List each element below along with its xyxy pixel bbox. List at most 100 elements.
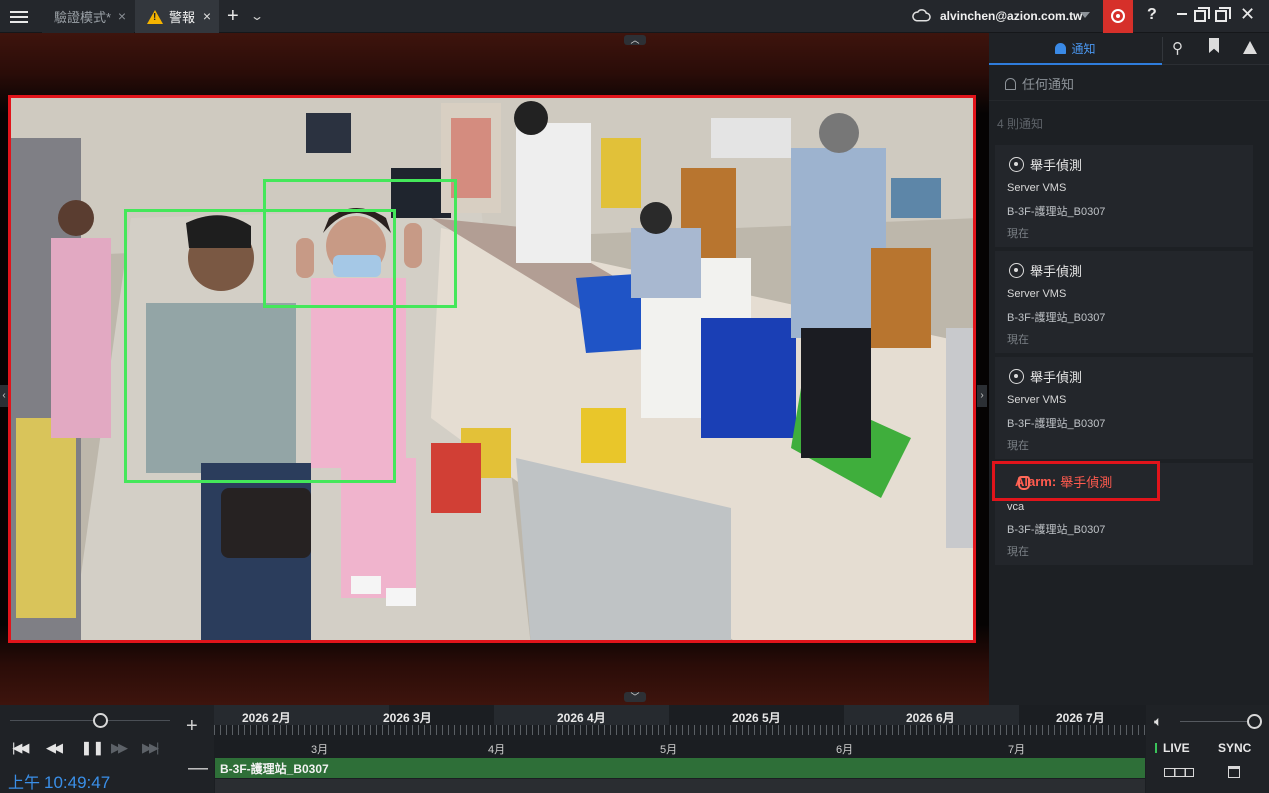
timeline-band (214, 705, 389, 725)
notification-title: 舉手偵測 (1009, 367, 1082, 386)
close-icon[interactable]: × (203, 8, 211, 24)
timeline-month-top: 2026 2月 (242, 711, 291, 725)
alarm-title-text: 舉手偵測 (1060, 474, 1113, 490)
app-window: 驗證模式* × 警報 × + ⌄ alvinchen@azion.com.tw … (0, 0, 1269, 793)
notification-title-text: 舉手偵測 (1030, 158, 1083, 173)
divider (1162, 37, 1163, 61)
tab-notifications[interactable]: 通知 (989, 33, 1162, 65)
notification-card[interactable]: 舉手偵測 Server VMS B-3F-護理站_B0307 現在 (995, 357, 1253, 459)
panel-right-arrow[interactable]: › (977, 385, 987, 407)
timeline-month: 3月 (311, 744, 329, 756)
detection-box-hands-raised (263, 179, 457, 308)
cloud-icon[interactable] (912, 9, 931, 22)
track-label: B-3F-護理站_B0307 (220, 761, 329, 776)
record-icon (1111, 9, 1125, 23)
detection-icon (1009, 157, 1024, 172)
skip-end-icon[interactable]: ▶▶| (142, 740, 159, 756)
camera-video-feed[interactable] (8, 95, 976, 643)
timeline-month: 4月 (488, 744, 506, 756)
notification-filter[interactable]: 任何通知 (989, 67, 1269, 101)
help-icon[interactable]: ? (1147, 6, 1157, 24)
notification-title-text: 舉手偵測 (1030, 370, 1083, 385)
close-x-icon[interactable]: ✕ (1240, 4, 1255, 25)
notification-card[interactable]: 舉手偵測 Server VMS B-3F-護理站_B0307 現在 (995, 251, 1253, 353)
motion-icon[interactable]: ⚲ (1172, 39, 1183, 57)
alarm-title-highlight: Alarm: 舉手偵測 (992, 461, 1160, 501)
bell-outline-icon (1005, 77, 1016, 90)
timeline-month-top: 2026 5月 (732, 711, 781, 725)
tab-alarm[interactable]: 警報 × (135, 0, 219, 33)
notification-panel: 通知 ⚲ 任何通知 4 則通知 舉手偵測 Server VMS B-3F-護理站… (989, 33, 1269, 705)
filter-label: 任何通知 (1022, 77, 1075, 92)
tab-verification-mode[interactable]: 驗證模式* × (42, 0, 134, 33)
volume-icon[interactable]: 🔈︎ (1154, 713, 1162, 730)
account-dropdown-icon[interactable] (1080, 12, 1090, 18)
maximize-icon[interactable] (1215, 7, 1231, 22)
notification-source: Server VMS (1007, 288, 1067, 300)
timeline-month-top: 2026 7月 (1056, 711, 1105, 725)
speed-slider-track[interactable] (10, 720, 170, 721)
notification-title-text: 舉手偵測 (1030, 264, 1083, 279)
rewind-icon[interactable]: ◀◀ (46, 740, 63, 756)
current-time: 上午 10:49:47 (8, 769, 110, 793)
timeline[interactable]: 2026 2月 2026 3月 2026 4月 2026 5月 2026 6月 … (214, 705, 1146, 793)
add-tab-button[interactable]: + (227, 5, 239, 28)
clock-time: 10:49:47 (44, 773, 111, 792)
notification-time: 現在 (1007, 546, 1029, 558)
timeline-month: 6月 (836, 744, 854, 756)
detection-icon (1009, 263, 1024, 278)
account-name[interactable]: alvinchen@azion.com.tw (940, 9, 1082, 23)
fast-forward-icon[interactable]: ▶▶ (111, 740, 128, 756)
skip-start-icon[interactable]: |◀◀ (12, 740, 29, 756)
live-button[interactable]: LIVE (1155, 741, 1190, 755)
clock-ampm: 上午 (8, 775, 41, 792)
chevron-down-icon[interactable]: ⌄ (250, 9, 264, 23)
panel-tabs: 通知 ⚲ (989, 33, 1269, 65)
volume-slider-handle[interactable] (1247, 714, 1262, 729)
detection-icon (1009, 369, 1024, 384)
record-button[interactable] (1103, 0, 1133, 33)
video-area: ︿ ‹ › ﹀ (0, 33, 989, 705)
pause-icon[interactable]: ❚❚ (81, 740, 105, 756)
calendar-icon[interactable] (1228, 766, 1240, 778)
timeline-footer (215, 779, 1145, 793)
camera-recording-track[interactable]: B-3F-護理站_B0307 (215, 758, 1145, 778)
restore-icon[interactable] (1194, 7, 1210, 22)
warning-icon (147, 9, 163, 24)
timeline-month-top: 2026 6月 (906, 711, 955, 725)
title-bar: 驗證模式* × 警報 × + ⌄ alvinchen@azion.com.tw … (0, 0, 1269, 33)
notification-count: 4 則通知 (997, 117, 1044, 131)
zoom-in-button[interactable]: + (186, 715, 198, 738)
alert-icon[interactable] (1243, 41, 1257, 54)
bookmark-icon[interactable] (1209, 38, 1219, 53)
bell-icon (1055, 42, 1067, 54)
notification-card[interactable]: 舉手偵測 Server VMS B-3F-護理站_B0307 現在 (995, 145, 1253, 247)
notification-camera: B-3F-護理站_B0307 (1007, 524, 1106, 536)
timeline-month-top: 2026 4月 (557, 711, 606, 725)
notification-source: Server VMS (1007, 182, 1067, 194)
menu-icon[interactable] (8, 8, 30, 26)
timeline-ticks (214, 725, 1146, 735)
notification-camera: B-3F-護理站_B0307 (1007, 418, 1106, 430)
notification-time: 現在 (1007, 228, 1029, 240)
minimize-icon[interactable] (1177, 13, 1187, 15)
layout-icon[interactable] (1164, 768, 1194, 777)
collapse-down-icon[interactable]: ﹀ (624, 692, 646, 702)
close-icon[interactable]: × (118, 8, 126, 24)
notification-time: 現在 (1007, 440, 1029, 452)
notification-camera: B-3F-護理站_B0307 (1007, 312, 1106, 324)
volume-slider-track[interactable] (1180, 721, 1250, 722)
notification-time: 現在 (1007, 334, 1029, 346)
sync-button[interactable]: SYNC (1218, 741, 1251, 755)
zoom-out-button[interactable]: — (188, 757, 208, 780)
speed-slider-handle[interactable] (93, 713, 108, 728)
notification-camera: B-3F-護理站_B0307 (1007, 206, 1106, 218)
notification-source: Server VMS (1007, 394, 1067, 406)
timeline-month-top: 2026 3月 (383, 711, 432, 725)
collapse-up-icon[interactable]: ︿ (624, 35, 646, 45)
panel-left-arrow[interactable]: ‹ (0, 385, 8, 407)
playback-bar: |◀◀ ◀◀ ❚❚ ▶▶ ▶▶| 上午 10:49:47 + — 2026 2月 … (0, 705, 1269, 793)
timeline-month: 7月 (1008, 744, 1026, 756)
alarm-notification-card[interactable]: Alarm: 舉手偵測 vca B-3F-護理站_B0307 現在 (992, 461, 1253, 565)
tab-notifications-label: 通知 (1071, 41, 1096, 56)
